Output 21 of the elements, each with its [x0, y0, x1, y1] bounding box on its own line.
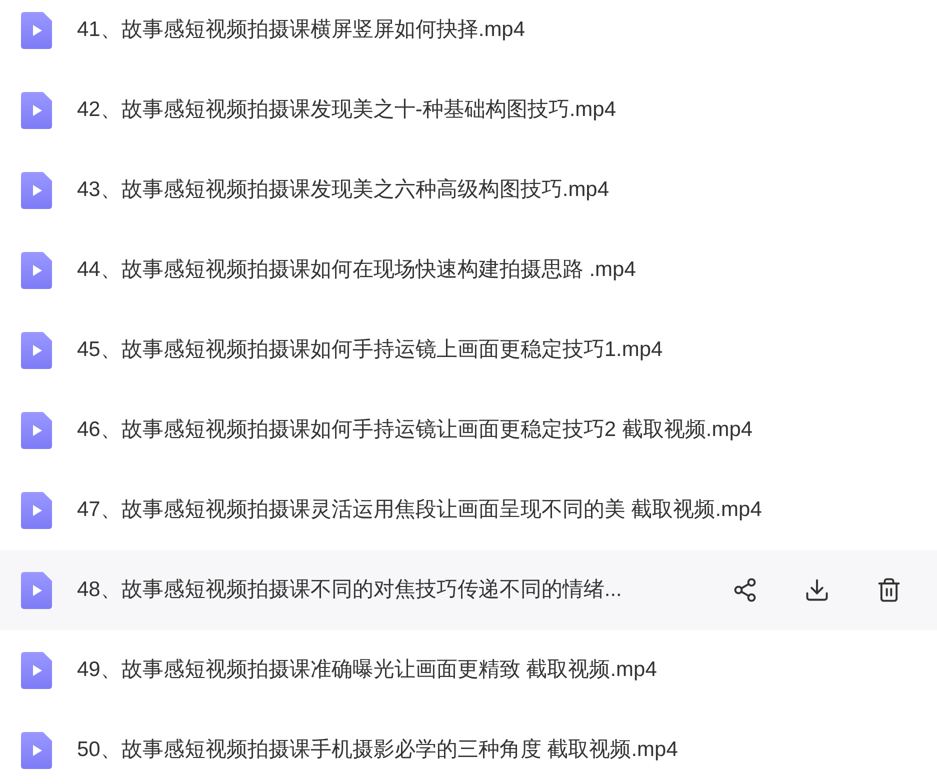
- file-name: 49、故事感短视频拍摄课准确曝光让画面更精致 截取视频.mp4: [77, 657, 657, 684]
- video-file-icon: [21, 332, 52, 368]
- file-name: 43、故事感短视频拍摄课发现美之六种高级构图技巧.mp4: [77, 177, 610, 204]
- file-name: 46、故事感短视频拍摄课如何手持运镜让画面更稳定技巧2 截取视频.mp4: [77, 417, 753, 444]
- video-file-icon: [21, 252, 52, 288]
- file-name: 50、故事感短视频拍摄课手机摄影必学的三种角度 截取视频.mp4: [77, 737, 678, 764]
- video-file-icon: [21, 92, 52, 128]
- file-name: 44、故事感短视频拍摄课如何在现场快速构建拍摄思路 .mp4: [77, 257, 636, 284]
- file-name: 42、故事感短视频拍摄课发现美之十-种基础构图技巧.mp4: [77, 97, 616, 124]
- file-name: 45、故事感短视频拍摄课如何手持运镜上画面更稳定技巧1.mp4: [77, 337, 663, 364]
- file-name: 48、故事感短视频拍摄课不同的对焦技巧传递不同的情绪...: [77, 577, 622, 604]
- video-file-icon: [21, 652, 52, 688]
- file-row[interactable]: 48、故事感短视频拍摄课不同的对焦技巧传递不同的情绪...: [0, 550, 937, 630]
- file-name: 41、故事感短视频拍摄课横屏竖屏如何抉择.mp4: [77, 17, 526, 44]
- file-name: 47、故事感短视频拍摄课灵活运用焦段让画面呈现不同的美 截取视频.mp4: [77, 497, 762, 524]
- video-file-icon: [21, 492, 52, 528]
- video-file-icon: [21, 172, 52, 208]
- video-file-icon: [21, 12, 52, 48]
- video-file-icon: [21, 572, 52, 608]
- video-file-icon: [21, 732, 52, 768]
- video-file-icon: [21, 412, 52, 448]
